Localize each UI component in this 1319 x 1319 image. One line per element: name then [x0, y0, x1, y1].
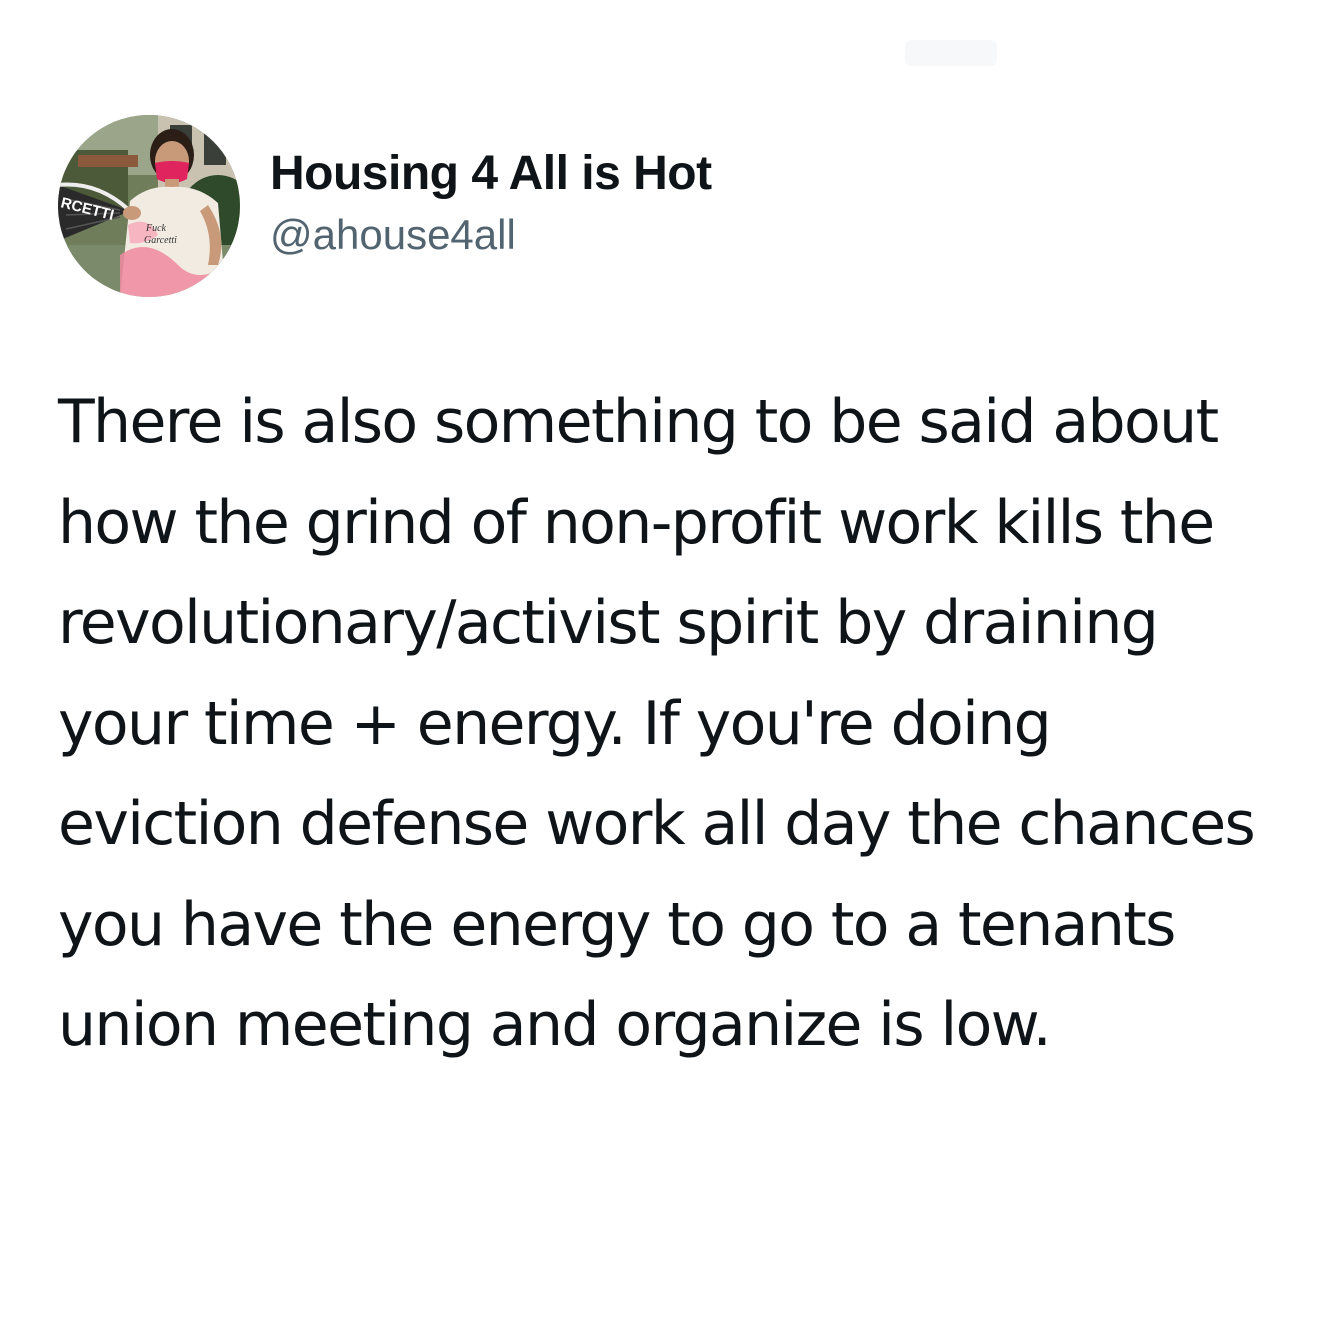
- tweet-header: Fuck Garcetti RCETTI Housing 4 All is Ho…: [58, 115, 712, 297]
- avatar-photo-icon: Fuck Garcetti RCETTI: [58, 115, 240, 297]
- tweet-text: There is also something to be said about…: [58, 387, 1256, 1060]
- svg-text:Fuck: Fuck: [145, 223, 167, 234]
- faint-artifact: [905, 40, 997, 66]
- author-names: Housing 4 All is Hot @ahouse4all: [270, 144, 712, 262]
- svg-text:Garcetti: Garcetti: [144, 235, 177, 246]
- tweet-card: Fuck Garcetti RCETTI Housing 4 All is Ho…: [0, 0, 1319, 1319]
- display-name[interactable]: Housing 4 All is Hot: [270, 144, 712, 204]
- username-handle[interactable]: @ahouse4all: [270, 208, 712, 262]
- avatar[interactable]: Fuck Garcetti RCETTI: [58, 115, 240, 297]
